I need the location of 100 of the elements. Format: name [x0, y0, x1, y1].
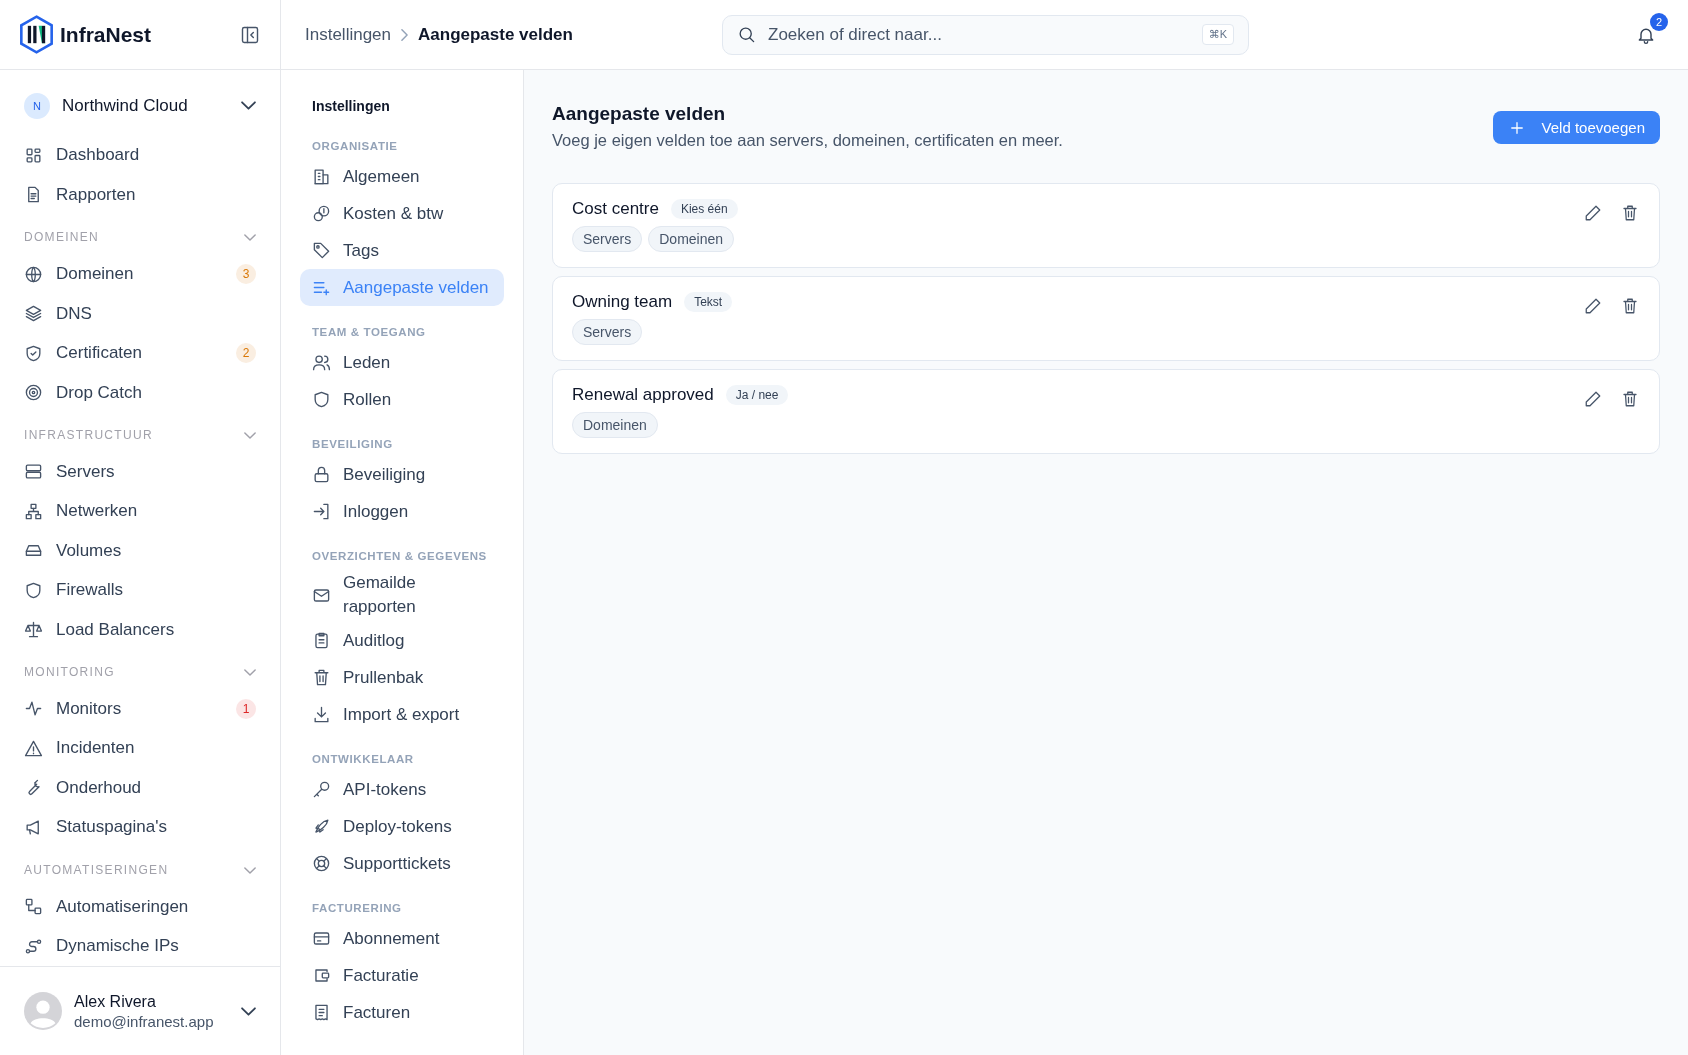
- workspace-avatar: N: [24, 92, 50, 119]
- count-badge: 1: [236, 698, 256, 719]
- workspace-switcher[interactable]: N Northwind Cloud: [24, 88, 256, 124]
- clipboard-icon: [312, 631, 331, 650]
- shield-check-icon: [24, 343, 43, 363]
- settings-nav-item[interactable]: Import & export: [300, 696, 504, 733]
- nav-item[interactable]: Rapporten: [24, 175, 256, 215]
- settings-nav-item[interactable]: Tags: [300, 232, 504, 269]
- sidebar-toggle-icon[interactable]: [240, 24, 260, 45]
- tag-icon: [312, 241, 331, 260]
- settings-nav-item[interactable]: Deploy-tokens: [300, 808, 504, 845]
- shield-icon: [312, 390, 331, 409]
- edit-icon[interactable]: [1584, 204, 1602, 222]
- settings-nav-item[interactable]: Abonnement: [300, 920, 504, 957]
- nav-item[interactable]: Volumes: [24, 530, 256, 571]
- search-field[interactable]: Zoeken of direct naar...: [766, 23, 1192, 46]
- chevron-down-icon: [241, 101, 256, 111]
- download-icon: [312, 705, 331, 724]
- group-heading: OVERZICHTEN & GEGEVENS: [311, 550, 488, 562]
- settings-nav-item[interactable]: Algemeen: [300, 158, 504, 195]
- delete-icon[interactable]: [1621, 297, 1639, 315]
- rocket-icon: [312, 817, 331, 836]
- field-name: Cost centre: [572, 199, 659, 219]
- group-heading: TEAM & TOEGANG: [311, 326, 427, 338]
- settings-nav-item[interactable]: Beveiliging: [300, 456, 504, 493]
- nav-item[interactable]: Monitors 1: [24, 689, 256, 729]
- nav-item[interactable]: Certificaten 2: [24, 333, 256, 373]
- delete-icon[interactable]: [1621, 204, 1639, 222]
- entity-chip: Domeinen: [648, 226, 735, 252]
- logo-icon: [19, 15, 54, 54]
- add-field-button[interactable]: Veld toevoegen: [1492, 111, 1660, 144]
- field-name: Owning team: [572, 292, 673, 312]
- target-icon: [24, 383, 43, 402]
- avatar: [24, 992, 62, 1030]
- nav-item[interactable]: Statuspagina's: [24, 807, 256, 848]
- count-badge: 3: [236, 264, 256, 284]
- settings-nav-item[interactable]: Gemailde rapporten: [300, 568, 504, 622]
- card-icon: [312, 929, 331, 948]
- lock-icon: [312, 465, 331, 484]
- search-bar[interactable]: Zoeken of direct naar... ⌘K: [722, 14, 1249, 55]
- coins-icon: [312, 204, 331, 223]
- chevron-down-icon: [244, 866, 256, 874]
- nav-item[interactable]: Firewalls: [24, 570, 256, 610]
- settings-nav-item[interactable]: Rollen: [300, 381, 504, 418]
- key-icon: [312, 780, 331, 799]
- nav-item[interactable]: Domeinen 3: [24, 254, 256, 294]
- page-title: Aangepaste velden: [552, 103, 727, 125]
- settings-nav-item[interactable]: Supporttickets: [300, 845, 504, 882]
- settings-nav-item[interactable]: API-tokens: [300, 771, 504, 808]
- settings-nav-item[interactable]: Auditlog: [300, 622, 504, 659]
- chevron-down-icon: [244, 431, 256, 439]
- grid-icon: [24, 145, 43, 165]
- settings-nav-item[interactable]: Leden: [300, 344, 504, 381]
- field-type-tag: Ja / nee: [725, 385, 789, 405]
- settings-nav-item[interactable]: Facturen: [300, 994, 504, 1031]
- settings-nav-item[interactable]: Kosten & btw: [300, 195, 504, 232]
- entity-chip: Domeinen: [572, 412, 658, 438]
- user-menu[interactable]: Alex Rivera demo@infranest.app: [0, 966, 280, 1055]
- wallet-icon: [312, 966, 331, 985]
- search-icon: [737, 25, 756, 44]
- settings-nav-item[interactable]: Prullenbak: [300, 659, 504, 696]
- edit-icon[interactable]: [1584, 297, 1602, 315]
- chevron-right-icon: [401, 28, 408, 41]
- settings-nav-item[interactable]: Inloggen: [300, 493, 504, 530]
- nav-item[interactable]: Dashboard: [24, 135, 256, 176]
- layers-icon: [24, 304, 43, 323]
- globe-icon: [24, 264, 43, 284]
- nav-item[interactable]: Drop Catch: [24, 372, 256, 413]
- nav-item[interactable]: Dynamische IPs: [24, 926, 256, 966]
- settings-title: Instellingen: [311, 98, 391, 114]
- nav-item[interactable]: Servers: [24, 451, 256, 492]
- page-subtitle: Voeg je eigen velden toe aan servers, domeinen, certificaten en meer.: [552, 131, 1064, 150]
- edit-icon[interactable]: [1584, 390, 1602, 408]
- flow-icon: [24, 897, 43, 917]
- chevron-down-icon: [244, 233, 256, 241]
- user-email: demo@infranest.app: [74, 1012, 215, 1030]
- nav-item[interactable]: Onderhoud: [24, 768, 256, 808]
- group-heading: FACTURERING: [311, 902, 403, 914]
- field-type-tag: Tekst: [684, 292, 733, 312]
- lifebuoy-icon: [312, 854, 331, 873]
- brand-name: InfraNest: [60, 22, 153, 47]
- group-heading: ORGANISATIE: [311, 140, 399, 152]
- users-icon: [312, 353, 331, 372]
- nav-item[interactable]: Automatiseringen: [24, 886, 256, 927]
- breadcrumb-item[interactable]: Instellingen: [305, 24, 391, 45]
- nav-item[interactable]: Netwerken: [24, 491, 256, 531]
- count-badge: 2: [236, 343, 256, 363]
- delete-icon[interactable]: [1621, 390, 1639, 408]
- user-name: Alex Rivera: [74, 992, 157, 1011]
- group-heading: ONTWIKKELAAR: [311, 753, 415, 765]
- group-heading: BEVEILIGING: [311, 438, 394, 450]
- login-icon: [312, 502, 331, 521]
- nav-item[interactable]: Incidenten: [24, 728, 256, 769]
- chevron-down-icon: [241, 1006, 256, 1016]
- receipt-icon: [312, 1003, 331, 1022]
- settings-nav-item[interactable]: Facturatie: [300, 957, 504, 994]
- chevron-down-icon: [244, 668, 256, 676]
- nav-item[interactable]: Load Balancers: [24, 609, 256, 650]
- nav-item[interactable]: DNS: [24, 293, 256, 334]
- field-name: Renewal approved: [572, 385, 714, 405]
